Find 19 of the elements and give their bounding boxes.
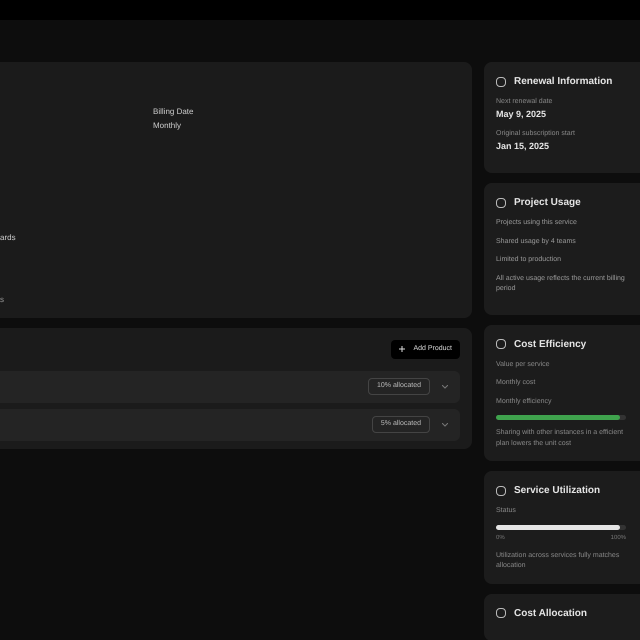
field-value: May 9, 2025 (496, 108, 548, 121)
card-icon (496, 608, 506, 618)
card-title: Cost Allocation (514, 606, 587, 620)
card-title: Project Usage (514, 196, 581, 210)
field-value: Jan 15, 2025 (496, 140, 550, 152)
detail-text: ards (0, 232, 17, 244)
card-title: Renewal Information (514, 75, 612, 89)
billing-value: Monthly (153, 120, 182, 132)
detail-text: s (0, 294, 5, 306)
card-title: Cost Efficiency (514, 338, 586, 352)
billing-label: Billing Date (153, 106, 194, 118)
chevron-icon[interactable] (442, 422, 448, 426)
card-icon (496, 76, 506, 86)
card-title: Service Utilization (514, 484, 600, 498)
card-icon (496, 486, 506, 496)
plus-icon (399, 346, 406, 352)
chevron-icon[interactable] (442, 384, 448, 388)
card-icon (496, 198, 506, 208)
card-icon (496, 339, 506, 349)
